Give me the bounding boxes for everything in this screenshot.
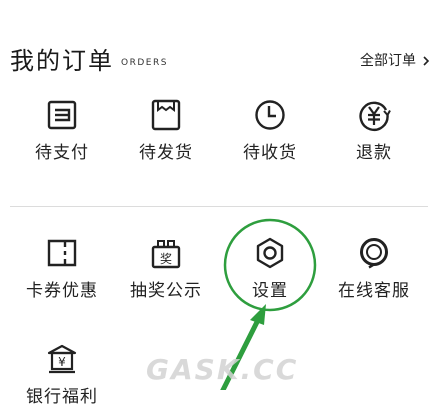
service-lottery-notice[interactable]: 奖 抽奖公示 — [111, 236, 221, 302]
orders-title: 我的订单 — [10, 47, 114, 75]
service-bank-benefits-label: 银行福利 — [26, 387, 98, 407]
order-pending-payment[interactable]: 待支付 — [7, 98, 117, 164]
order-pending-receipt-label: 待收货 — [243, 143, 297, 163]
wallet-icon — [47, 100, 77, 130]
package-icon — [151, 99, 181, 131]
all-orders-link[interactable]: 全部订单 — [360, 52, 430, 70]
service-settings-label: 设置 — [252, 281, 288, 301]
order-pending-shipment[interactable]: 待发货 — [111, 98, 221, 164]
service-online-support[interactable]: 在线客服 — [319, 236, 429, 302]
bank-icon-text: ¥ — [58, 355, 66, 369]
order-pending-shipment-label: 待发货 — [139, 143, 193, 163]
watermark: GASK.CC — [146, 353, 299, 386]
order-refund-label: 退款 — [356, 143, 392, 163]
service-coupons[interactable]: 卡券优惠 — [7, 236, 117, 302]
annotation-arrowhead-icon — [250, 304, 266, 325]
section-divider — [10, 206, 428, 207]
service-lottery-notice-label: 抽奖公示 — [130, 281, 202, 301]
chevron-right-icon — [423, 56, 430, 66]
service-online-support-label: 在线客服 — [338, 281, 410, 301]
coupon-icon — [47, 239, 77, 267]
yen-refund-icon — [359, 101, 391, 131]
service-settings[interactable]: 设置 — [215, 236, 325, 302]
lottery-icon-text: 奖 — [160, 252, 172, 266]
hexagon-nut-icon — [256, 237, 284, 269]
clock-icon — [255, 100, 285, 130]
order-pending-receipt[interactable]: 待收货 — [215, 98, 325, 164]
service-bank-benefits[interactable]: ¥ 银行福利 — [7, 342, 117, 408]
orders-header: 我的订单 ORDERS 全部订单 — [10, 44, 434, 78]
service-coupons-label: 卡券优惠 — [26, 281, 98, 301]
order-pending-payment-label: 待支付 — [35, 143, 89, 163]
lottery-icon: 奖 — [151, 240, 181, 269]
all-orders-label: 全部订单 — [360, 53, 416, 69]
headset-icon — [360, 238, 388, 269]
order-refund[interactable]: 退款 — [319, 98, 429, 164]
orders-subtitle: ORDERS — [121, 58, 168, 68]
bank-icon: ¥ — [47, 344, 77, 374]
